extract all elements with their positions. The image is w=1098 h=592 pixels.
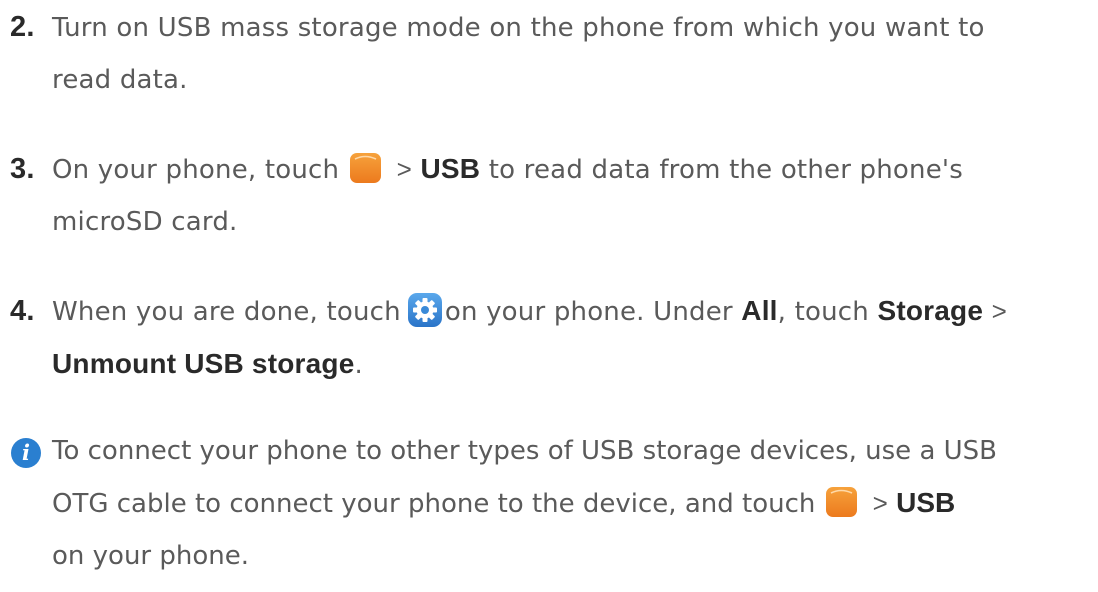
step-2: 2. Turn on USB mass storage mode on the p… <box>10 1 1090 106</box>
step-4: 4. When you are done, touch on your phone.… <box>10 285 1090 391</box>
usb-label: USB <box>896 487 956 518</box>
info-note: i To connect your phone to other types o… <box>10 425 1090 582</box>
path-separator: > <box>872 488 888 518</box>
step-4-line-1: 4. When you are done, touch on your phone.… <box>10 285 1090 338</box>
step-4-line-2: Unmount USB storage. <box>10 338 1090 391</box>
info-icon: i <box>10 435 42 468</box>
step-3: 3. On your phone, touch > USB to read dat… <box>10 143 1090 248</box>
step-text-touch: , touch <box>777 297 869 327</box>
path-separator: > <box>991 296 1007 326</box>
step-text-end: . <box>354 350 363 380</box>
files-icon <box>349 150 382 183</box>
step-2-line-2: read data. <box>52 65 188 95</box>
usb-label: USB <box>420 153 481 184</box>
step-number: 2. <box>10 11 35 43</box>
step-text-suffix: to read data from the other phone's <box>488 155 964 185</box>
svg-text:i: i <box>22 440 30 465</box>
document-page: { "steps": [ { "number": "2.", "line1": … <box>0 0 1098 592</box>
unmount-usb-storage-label: Unmount USB storage <box>52 348 355 379</box>
step-number: 4. <box>10 295 35 327</box>
step-text-prefix: When you are done, touch <box>52 297 401 327</box>
step-text-middle: on your phone. Under <box>444 297 733 327</box>
step-text: Turn on USB mass storage mode on the pho… <box>52 13 985 43</box>
step-text-prefix: On your phone, touch <box>52 155 340 185</box>
step-2-line-1: 2. Turn on USB mass storage mode on the p… <box>10 1 1090 54</box>
storage-label: Storage <box>877 295 984 326</box>
note-line-2: OTG cable to connect your phone to the d… <box>10 477 1090 530</box>
step-number: 3. <box>10 153 35 185</box>
files-icon <box>825 484 858 517</box>
note-text-prefix: OTG cable to connect your phone to the d… <box>52 489 816 519</box>
path-separator: > <box>396 154 413 184</box>
settings-icon <box>407 292 443 328</box>
all-label: All <box>741 295 778 326</box>
note-line-3: on your phone. <box>52 541 250 571</box>
note-line-1: To connect your phone to other types of … <box>52 436 998 466</box>
step-3-line-2: microSD card. <box>52 207 238 237</box>
step-3-line-1: 3. On your phone, touch > USB to read dat… <box>10 143 1090 196</box>
